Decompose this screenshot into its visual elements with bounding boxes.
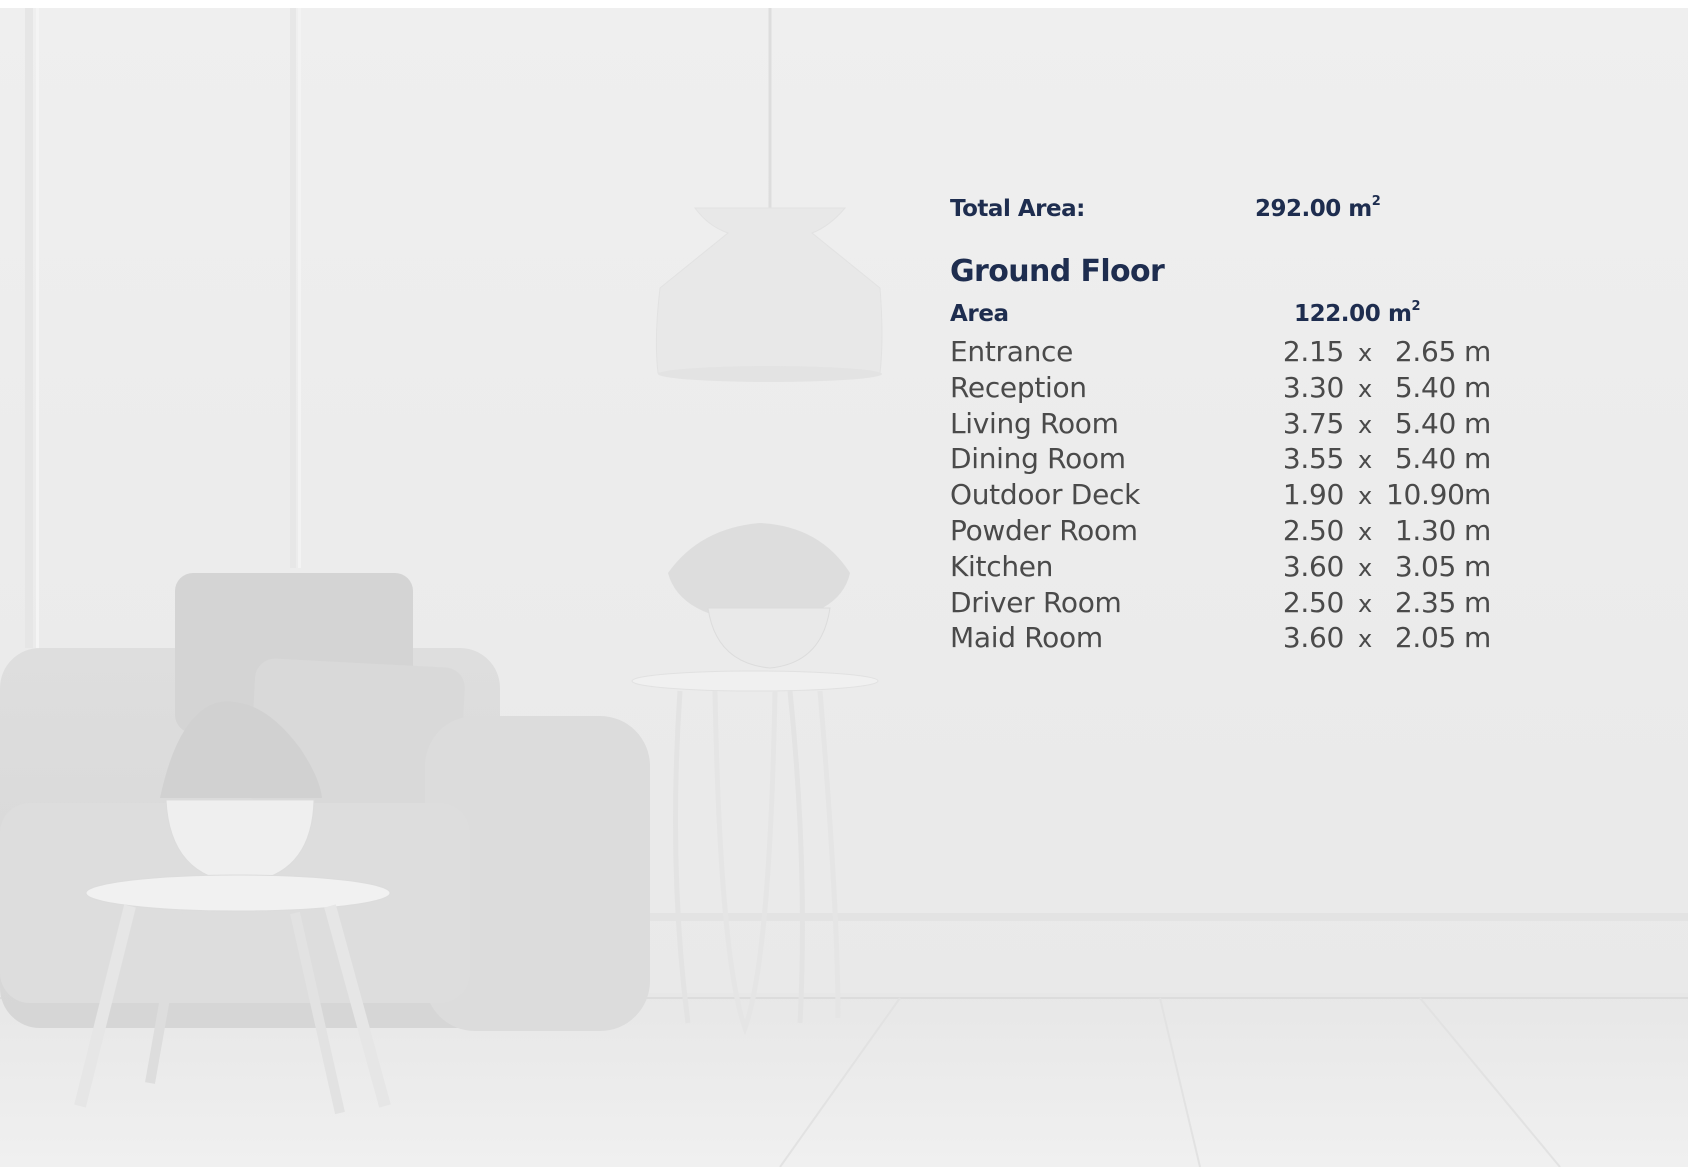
specifications-panel: Total Area: 292.00 m2 Ground Floor Area … [950,194,1510,657]
room-width: 3.60 [1282,549,1344,583]
dimension-unit: m [1464,335,1491,368]
room-length: 2.65 [1394,335,1456,368]
room-width: 3.30 [1282,370,1344,404]
room-width: 1.90 [1282,478,1344,512]
total-area-label: Total Area: [950,196,1085,222]
dimension-unit: m [1464,513,1491,547]
dimension-unit: m [1464,442,1491,476]
room-row: Entrance 2.15 x 2.65 m [950,335,1510,371]
room-name: Driver Room [950,585,1122,619]
room-row: Reception 3.30 x 5.40 m [950,371,1510,407]
room-row: Kitchen 3.60 x 3.05 m [950,550,1510,586]
total-area-row: Total Area: 292.00 m2 [950,194,1510,222]
room-length: 5.40 [1394,370,1456,404]
dimension-separator: x [1358,625,1372,654]
dimension-separator: x [1358,374,1372,403]
room-dimensions-list: Entrance 2.15 x 2.65 m Reception 3.30 x … [950,335,1510,657]
dimension-separator: x [1358,410,1372,439]
room-width: 3.60 [1282,621,1344,655]
ground-floor-area-row: Area 122.00 m2 [950,299,1510,327]
ground-floor-title: Ground Floor [950,254,1165,289]
dimension-unit: m [1464,478,1491,512]
room-name: Kitchen [950,549,1054,583]
room-row: Powder Room 2.50 x 1.30 m [950,514,1510,550]
room-width: 2.50 [1282,585,1344,619]
dimension-unit: m [1464,585,1491,619]
room-length: 1.30 [1394,513,1456,547]
ground-floor-area-value: 122.00 m2 [1294,299,1421,327]
room-name: Reception [950,370,1087,404]
room-name: Dining Room [950,442,1126,476]
dimension-separator: x [1358,446,1372,475]
total-area-unit-superscript: 2 [1371,194,1381,209]
room-row: Maid Room 3.60 x 2.05 m [950,621,1510,657]
room-width: 2.15 [1282,335,1344,368]
dimension-unit: m [1464,370,1491,404]
room-length: 2.05 [1394,621,1456,655]
dimension-separator: x [1358,517,1372,546]
dimension-unit: m [1464,621,1491,655]
room-length: 2.35 [1394,585,1456,619]
room-length: 10.90 [1386,478,1465,512]
room-length: 5.40 [1394,442,1456,476]
room-row: Driver Room 2.50 x 2.35 m [950,586,1510,622]
dimension-separator: x [1358,339,1372,367]
room-row: Outdoor Deck 1.90 x 10.90 m [950,478,1510,514]
room-name: Maid Room [950,621,1103,655]
top-strip [0,0,1688,8]
room-name: Powder Room [950,513,1138,547]
room-length: 5.40 [1394,406,1456,440]
room-name: Outdoor Deck [950,478,1141,512]
room-name: Living Room [950,406,1119,440]
ground-floor-area-label: Area [950,301,1009,327]
brochure-page: Total Area: 292.00 m2 Ground Floor Area … [0,0,1688,1167]
room-name: Entrance [950,335,1074,368]
dimension-unit: m [1464,406,1491,440]
room-width: 2.50 [1282,513,1344,547]
dimension-unit: m [1464,549,1491,583]
room-row: Dining Room 3.55 x 5.40 m [950,442,1510,478]
room-width: 3.75 [1282,406,1344,440]
room-row: Living Room 3.75 x 5.40 m [950,407,1510,443]
room-length: 3.05 [1394,549,1456,583]
room-width: 3.55 [1282,442,1344,476]
dimension-separator: x [1358,482,1372,511]
ground-floor-area-unit-superscript: 2 [1411,299,1421,314]
dimension-separator: x [1358,553,1372,582]
total-area-value: 292.00 m2 [1255,194,1381,222]
total-area-number: 292.00 m [1255,196,1372,222]
ground-floor-area-number: 122.00 m [1294,301,1412,327]
dimension-separator: x [1358,589,1372,618]
